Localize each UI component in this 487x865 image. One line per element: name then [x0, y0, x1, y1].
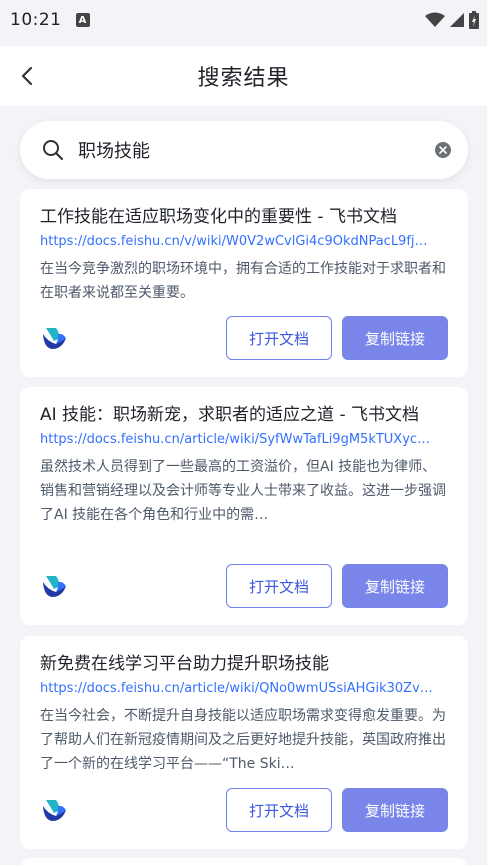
result-title[interactable]: 新免费在线学习平台助力提升职场技能 — [40, 652, 448, 677]
result-description: 虽然技术人员得到了一些最高的工资溢价，但AI 技能也为律师、销售和营销经理以及会… — [40, 459, 446, 523]
search-bar — [20, 121, 468, 179]
status-icons — [425, 11, 479, 29]
status-time: 10:21 — [10, 10, 62, 30]
search-icon — [43, 140, 64, 161]
battery-icon — [469, 11, 479, 29]
result-actions: 打开文档 复制链接 — [40, 564, 448, 608]
result-url[interactable]: https://docs.feishu.cn/v/wiki/W0V2wCvlGi… — [40, 234, 448, 249]
signal-icon — [450, 13, 464, 27]
status-bar: 10:21 A — [0, 0, 487, 40]
feishu-logo-icon — [43, 328, 66, 349]
page-header: 搜索结果 — [0, 46, 487, 106]
notification-a-icon: A — [75, 13, 90, 27]
result-url[interactable]: https://docs.feishu.cn/article/wiki/SyfW… — [40, 432, 448, 447]
open-doc-button[interactable]: 打开文档 — [226, 316, 332, 360]
result-title[interactable]: 工作技能在适应职场变化中的重要性 - 飞书文档 — [40, 205, 448, 230]
result-card: 工作技能在适应职场变化中的重要性 - 飞书文档 https://docs.fei… — [20, 189, 468, 377]
search-input[interactable] — [78, 139, 434, 161]
open-doc-button[interactable]: 打开文档 — [226, 788, 332, 832]
result-actions: 打开文档 复制链接 — [40, 788, 448, 832]
back-button[interactable] — [14, 62, 40, 90]
feishu-logo-icon — [43, 800, 66, 821]
result-title[interactable]: AI 技能：职场新宠，求职者的适应之道 - 飞书文档 — [40, 403, 448, 428]
copy-link-button[interactable]: 复制链接 — [342, 316, 448, 360]
open-doc-button[interactable]: 打开文档 — [226, 564, 332, 608]
result-card: AI 技能：职场新宠，求职者的适应之道 - 飞书文档 https://docs.… — [20, 387, 468, 625]
wifi-icon — [425, 12, 445, 27]
copy-link-button[interactable]: 复制链接 — [342, 788, 448, 832]
result-description: 在当今竞争激烈的职场环境中，拥有合适的工作技能对于求职者和在职者来说都至关重要。 — [40, 261, 446, 301]
result-card-partial — [20, 858, 468, 865]
clear-search-icon[interactable] — [434, 141, 452, 159]
result-card: 新免费在线学习平台助力提升职场技能 https://docs.feishu.cn… — [20, 636, 468, 849]
copy-link-button[interactable]: 复制链接 — [342, 564, 448, 608]
result-description: 在当今社会，不断提升自身技能以适应职场需求变得愈发重要。为了帮助人们在新冠疫情期… — [40, 708, 446, 772]
result-url[interactable]: https://docs.feishu.cn/article/wiki/QNo0… — [40, 681, 448, 696]
result-actions: 打开文档 复制链接 — [40, 316, 448, 360]
feishu-logo-icon — [43, 576, 66, 597]
page-title: 搜索结果 — [197, 66, 290, 91]
chevron-left-icon — [21, 66, 33, 86]
